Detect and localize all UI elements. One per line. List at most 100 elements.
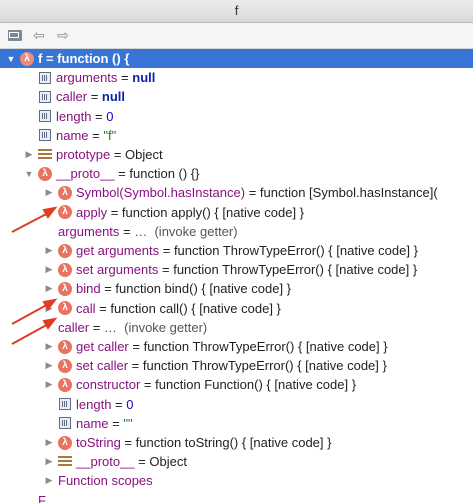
equals-sign: =	[89, 319, 104, 335]
equals-sign: =	[128, 339, 144, 354]
field-icon	[39, 129, 51, 142]
back-arrow-icon[interactable]: ⇦	[30, 27, 48, 43]
prototype-icon	[58, 455, 72, 468]
equals-sign: =	[245, 185, 260, 201]
tree-row-caller[interactable]: caller = … (invoke getter)	[0, 318, 473, 337]
tree-row-tostring[interactable]: ▶ λ toString = function toString() { [nati…	[0, 433, 473, 452]
lambda-icon: λ	[58, 377, 72, 392]
disclosure-collapsed-icon[interactable]: ▶	[44, 375, 54, 394]
equals-sign: =	[107, 204, 122, 220]
lambda-icon: λ	[38, 166, 52, 181]
property-value: "f"	[103, 127, 117, 143]
property-name: name	[76, 415, 109, 431]
property-value: function call() { [native code] }	[110, 300, 281, 316]
forward-arrow-icon[interactable]: ⇨	[54, 27, 72, 43]
tree-row-get-caller[interactable]: ▶ λ get caller = function ThrowTypeError()…	[0, 337, 473, 356]
tree-row-length[interactable]: length = 0	[0, 107, 473, 126]
lambda-icon: λ	[20, 51, 34, 66]
tree-row-f[interactable]: F…	[0, 491, 473, 503]
property-name: arguments	[56, 70, 118, 86]
disclosure-collapsed-icon[interactable]: ▶	[44, 279, 54, 298]
property-value: function () {	[57, 51, 130, 66]
equals-sign: =	[91, 108, 107, 124]
disclosure-collapsed-icon[interactable]: ▶	[44, 356, 54, 375]
equals-sign: =	[111, 396, 127, 412]
lambda-icon: λ	[58, 358, 72, 373]
property-value: function Function() { [native code] }	[155, 377, 357, 393]
disclosure-collapsed-icon[interactable]: ▶	[44, 471, 54, 490]
tree-row-length[interactable]: length = 0	[0, 395, 473, 414]
tree-row-function-scopes[interactable]: ▶ Function scopes	[0, 471, 473, 490]
equals-sign: =	[114, 166, 130, 182]
tree-row-proto[interactable]: ▼ λ __proto__ = function () {}	[0, 164, 473, 183]
property-name: constructor	[76, 377, 141, 393]
disclosure-expanded-icon[interactable]: ▼	[24, 164, 34, 183]
tree-row-constructor[interactable]: ▶ λ constructor = function Function() { [n…	[0, 375, 473, 394]
disclosure-collapsed-icon[interactable]: ▶	[44, 433, 54, 452]
tree-row-call[interactable]: ▶ λ call = function call() { [native code]…	[0, 299, 473, 318]
property-name: toString	[76, 435, 121, 450]
property-name: call	[76, 300, 96, 316]
tree-row-caller[interactable]: caller = null	[0, 87, 473, 106]
lambda-icon: λ	[58, 205, 72, 220]
disclosure-collapsed-icon[interactable]: ▶	[44, 337, 54, 356]
equals-sign: =	[110, 147, 126, 162]
disclosure-collapsed-icon[interactable]: ▶	[44, 452, 54, 471]
lambda-icon: λ	[58, 185, 72, 200]
tree-row-name[interactable]: name = ""	[0, 414, 473, 433]
tree-row-f[interactable]: ▼ λ f = function () {	[0, 49, 473, 68]
tree-row-prototype[interactable]: ▶ prototype = Object	[0, 145, 473, 164]
disclosure-collapsed-icon[interactable]: ▶	[44, 203, 54, 222]
tree-row-arguments[interactable]: arguments = null	[0, 68, 473, 87]
property-name: set arguments	[76, 262, 159, 278]
equals-sign: =	[159, 243, 174, 258]
equals-sign: =	[119, 223, 135, 239]
property-value: function toString() { [native code] }	[135, 435, 332, 450]
equals-sign: =	[134, 454, 150, 470]
property-value: function [Symbol.hasInstance](	[259, 185, 438, 201]
folder-icon[interactable]	[6, 27, 24, 43]
property-value: Object	[149, 454, 187, 470]
field-icon	[39, 110, 51, 123]
disclosure-collapsed-icon[interactable]: ▶	[44, 183, 54, 202]
property-value: function ThrowTypeError() { [native code…	[173, 262, 418, 278]
property-name: arguments	[58, 223, 120, 239]
tree-row-set-arguments[interactable]: ▶ λ set arguments = function ThrowTypeErro…	[0, 260, 473, 279]
tree-row-apply[interactable]: ▶ λ apply = function apply() { [native cod…	[0, 203, 473, 222]
object-property-tree: ▼ λ f = function () {arguments = null calle…	[0, 49, 473, 503]
tree-row-set-caller[interactable]: ▶ λ set caller = function ThrowTypeError()…	[0, 356, 473, 375]
property-name: F…	[38, 492, 59, 503]
disclosure-collapsed-icon[interactable]: ▶	[44, 260, 54, 279]
equals-sign: =	[100, 281, 116, 297]
property-name: apply	[76, 204, 108, 220]
disclosure-collapsed-icon[interactable]: ▶	[24, 145, 34, 164]
property-value: Object	[125, 147, 163, 162]
tree-row-proto[interactable]: ▶ __proto__ = Object	[0, 452, 473, 471]
property-name: Function scopes	[58, 473, 153, 489]
tree-row-symbol-symbol-hasinstance[interactable]: ▶ λ Symbol(Symbol.hasInstance) = function …	[0, 183, 473, 202]
property-value: … (invoke getter)	[103, 319, 208, 335]
property-value: function () {}	[129, 166, 200, 182]
property-value: 0	[106, 108, 114, 124]
disclosure-expanded-icon[interactable]: ▼	[6, 49, 16, 68]
property-name: name	[56, 127, 89, 143]
tree-row-arguments[interactable]: arguments = … (invoke getter)	[0, 222, 473, 241]
disclosure-collapsed-icon[interactable]: ▶	[44, 299, 54, 318]
property-name: __proto__	[76, 454, 135, 470]
property-name: set caller	[76, 358, 129, 374]
equals-sign: =	[120, 435, 136, 450]
tree-row-bind[interactable]: ▶ λ bind = function bind() { [native code]…	[0, 279, 473, 298]
equals-sign: =	[158, 262, 174, 278]
window-title: f	[234, 3, 239, 18]
tree-row-get-arguments[interactable]: ▶ λ get arguments = function ThrowTypeErro…	[0, 241, 473, 260]
property-name: caller	[58, 319, 90, 335]
tree-row-name[interactable]: name = "f"	[0, 126, 473, 145]
property-value: function apply() { [native code] }	[121, 204, 305, 220]
disclosure-collapsed-icon[interactable]: ▶	[44, 241, 54, 260]
property-value: null	[132, 70, 156, 86]
